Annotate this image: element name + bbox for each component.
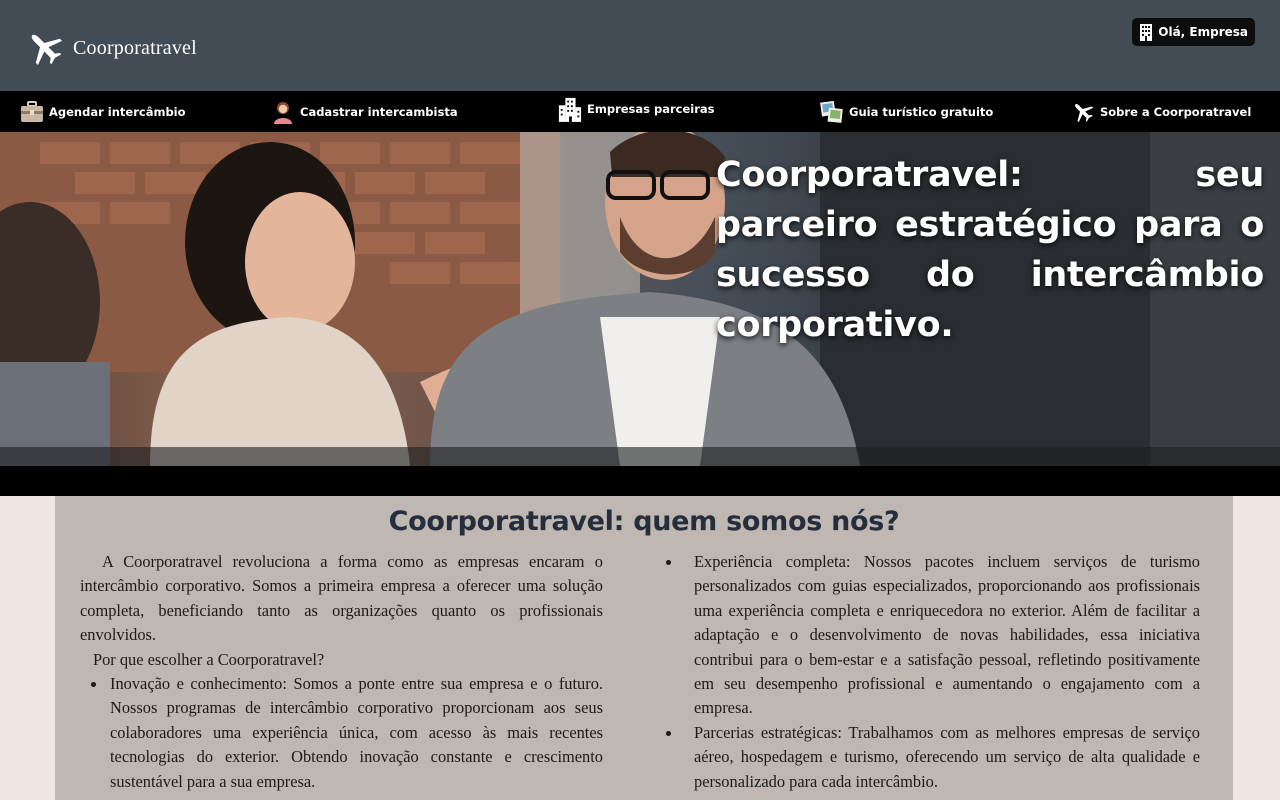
about-title: Coorporatravel: quem somos nós? (388, 506, 900, 537)
building-icon (558, 97, 582, 122)
person-icon (271, 100, 295, 124)
benefits-list: Experiência completa: Nossos pacotes inc… (666, 550, 1200, 794)
briefcase-icon (20, 100, 44, 124)
nav-item-guia[interactable]: Guia turístico gratuito (820, 91, 993, 132)
nav-item-sobre[interactable]: Sobre a Coorporatravel (1071, 91, 1251, 132)
hero-title: Coorporatravel: seu parceiro estratégico… (716, 155, 1264, 345)
nav-item-empresas[interactable]: Empresas parceiras (558, 88, 715, 129)
hero-divider (0, 466, 1280, 496)
benefits-list: Inovação e conhecimento: Somos a ponte e… (80, 672, 603, 794)
about-intro: A Coorporatravel revoluciona a forma com… (80, 552, 603, 645)
brand-name: Coorporatravel (73, 36, 197, 59)
list-item: Inovação e conhecimento: Somos a ponte e… (80, 672, 603, 794)
nav-label: Cadastrar intercambista (300, 104, 458, 119)
nav-label: Sobre a Coorporatravel (1100, 104, 1252, 119)
about-left-column: A Coorporatravel revoluciona a forma com… (80, 550, 603, 794)
about-section: Coorporatravel: quem somos nós? A Coorpo… (55, 496, 1233, 800)
about-why: Por que escolher a Coorporatravel? (93, 649, 325, 669)
photos-icon (820, 100, 844, 124)
building-icon (1140, 24, 1153, 41)
airplane-logo-icon (31, 34, 62, 65)
brand-logo[interactable]: Coorporatravel (25, 28, 197, 68)
list-item: Parcerias estratégicas: Trabalhamos com … (666, 721, 1200, 794)
airplane-icon (1071, 100, 1095, 124)
nav-label: Empresas parceiras (587, 101, 715, 116)
header: Coorporatravel Olá, Empresa (0, 0, 1280, 91)
main-nav: Agendar intercâmbio Cadastrar intercambi… (0, 91, 1280, 132)
nav-item-agendar[interactable]: Agendar intercâmbio (20, 91, 186, 132)
list-item: Experiência completa: Nossos pacotes inc… (666, 550, 1200, 721)
nav-item-cadastrar[interactable]: Cadastrar intercambista (271, 91, 458, 132)
nav-label: Guia turístico gratuito (849, 104, 994, 119)
user-account-button[interactable]: Olá, Empresa (1132, 18, 1255, 46)
user-greeting: Olá, Empresa (1158, 25, 1248, 39)
about-right-column: Experiência completa: Nossos pacotes inc… (666, 550, 1200, 794)
hero-banner: Coorporatravel: seu parceiro estratégico… (0, 132, 1280, 466)
nav-label: Agendar intercâmbio (49, 104, 186, 119)
